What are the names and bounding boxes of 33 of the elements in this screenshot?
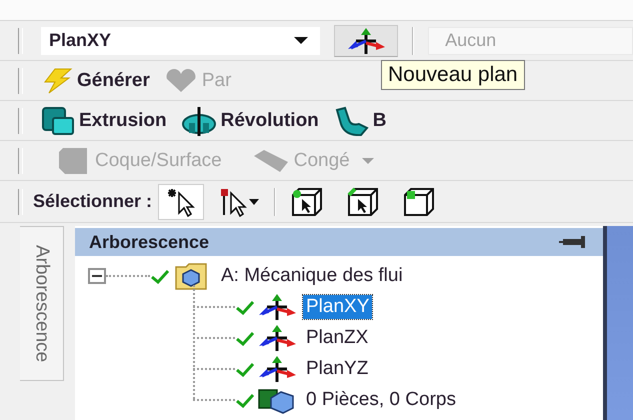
axes-icon xyxy=(257,324,297,352)
tree-item[interactable]: PlanXY xyxy=(303,294,372,318)
extrude-icon xyxy=(41,106,75,136)
tree-item[interactable]: A: Mécanique des flui xyxy=(218,264,406,288)
check-icon xyxy=(235,330,255,346)
new-plane-button[interactable] xyxy=(334,24,398,56)
cursor-icon xyxy=(165,186,198,216)
lightning-icon xyxy=(41,68,73,94)
tag-icon xyxy=(252,148,290,174)
check-icon xyxy=(150,268,170,284)
axes-icon xyxy=(257,354,297,382)
toolbar-label: Sélectionner : xyxy=(33,191,152,212)
axes-icon xyxy=(346,26,386,54)
heart-icon xyxy=(164,68,198,92)
axes-icon xyxy=(257,292,297,320)
check-icon xyxy=(235,392,255,408)
revolve-icon xyxy=(180,106,217,136)
selection-button[interactable] xyxy=(158,184,204,220)
collapse-icon[interactable] xyxy=(88,268,106,284)
tree-item[interactable]: 0 Pièces, 0 Corps xyxy=(303,388,459,412)
tree-item[interactable]: PlanYZ xyxy=(303,356,372,380)
tooltip: Nouveau plan xyxy=(381,60,525,90)
panel-title: Arborescence xyxy=(89,232,210,252)
folder-icon xyxy=(174,260,208,290)
check-icon xyxy=(235,360,255,376)
check-icon xyxy=(235,298,255,314)
tree-item[interactable]: PlanZX xyxy=(303,326,372,350)
toolbar-button[interactable]: Extrusion xyxy=(41,106,167,136)
toolbar-button[interactable]: B xyxy=(332,106,387,136)
toolbar-button[interactable]: Révolution xyxy=(180,106,319,136)
plane-dropdown[interactable]: PlanXY xyxy=(41,26,320,54)
side-tab[interactable]: Arborescence xyxy=(20,226,64,381)
toolbar-button[interactable]: Générer xyxy=(41,68,150,94)
